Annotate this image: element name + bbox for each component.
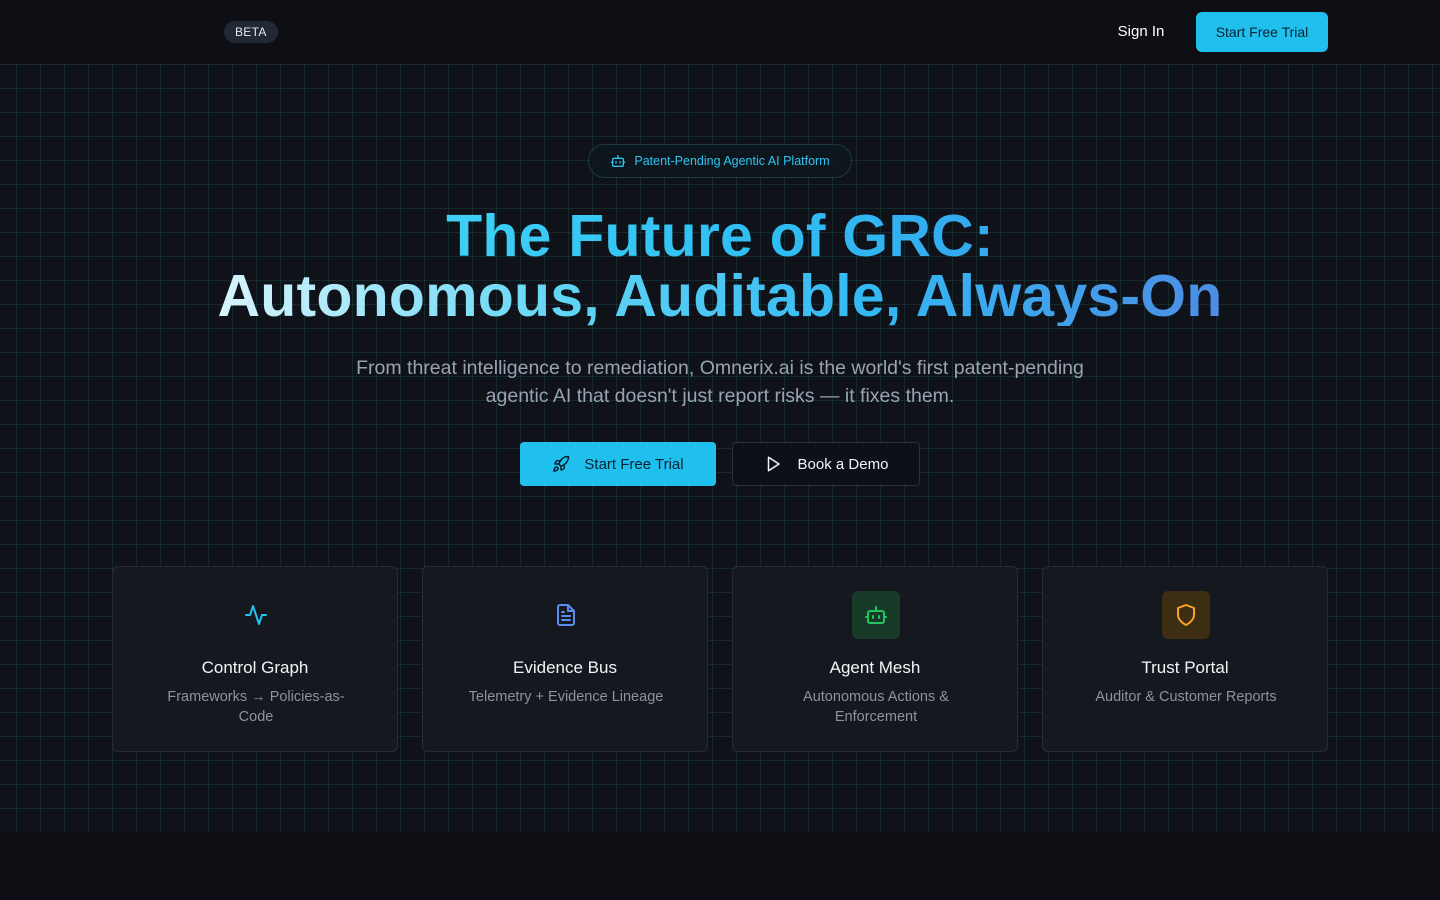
feature-description: Autonomous Actions & Enforcement [803,689,949,725]
feature-description: Telemetry + Evidence Lineage [468,689,664,705]
feature-card-evidence-bus: Evidence Bus Telemetry + Evidence Lineag… [422,566,708,752]
feature-icon-wrap [232,591,280,639]
patent-pill: Patent-Pending Agentic AI Platform [588,144,852,178]
feature-card-control-graph: Control Graph Frameworks → Policies-as-C… [112,566,398,752]
feature-title: Control Graph [201,658,309,677]
feature-icon-wrap [542,591,590,639]
rocket-icon [553,455,570,472]
feature-icon-wrap [1162,591,1210,639]
feature-description: Frameworks → Policies-as-Code [167,689,345,725]
activity-icon [245,605,267,625]
feature-title: Evidence Bus [513,658,617,677]
nav-start-trial-button[interactable]: Start Free Trial [1196,12,1328,52]
feature-description: Auditor & Customer Reports [1095,689,1277,705]
feature-title: Agent Mesh [829,658,921,677]
play-icon [767,456,780,472]
start-free-trial-label: Start Free Trial [584,455,684,473]
pill-label: Patent-Pending Agentic AI Platform [634,154,830,168]
document-icon [557,604,575,626]
hero-subheadline: From threat intelligence to remediation,… [356,357,1084,407]
headline-line-2: Autonomous, Auditable, Always-On [217,263,1223,329]
headline-line-1: The Future of GRC: [446,203,994,269]
start-free-trial-button[interactable]: Start Free Trial [520,442,716,486]
book-demo-label: Book a Demo [797,455,889,473]
feature-icon-wrap [852,591,900,639]
beta-badge: BETA [224,21,278,43]
robot-icon [865,606,887,624]
robot-icon [611,155,626,167]
book-demo-button[interactable]: Book a Demo [732,442,920,486]
sign-in-link[interactable]: Sign In [1104,12,1178,52]
feature-card-trust-portal: Trust Portal Auditor & Customer Reports [1042,566,1328,752]
hero-headline: The Future of GRC: Autonomous, Auditable… [0,206,1440,326]
top-navbar: BETA Sign In Start Free Trial [0,0,1440,65]
feature-title: Trust Portal [1141,658,1229,677]
feature-card-agent-mesh: Agent Mesh Autonomous Actions & Enforcem… [732,566,1018,752]
shield-icon [1177,604,1195,626]
